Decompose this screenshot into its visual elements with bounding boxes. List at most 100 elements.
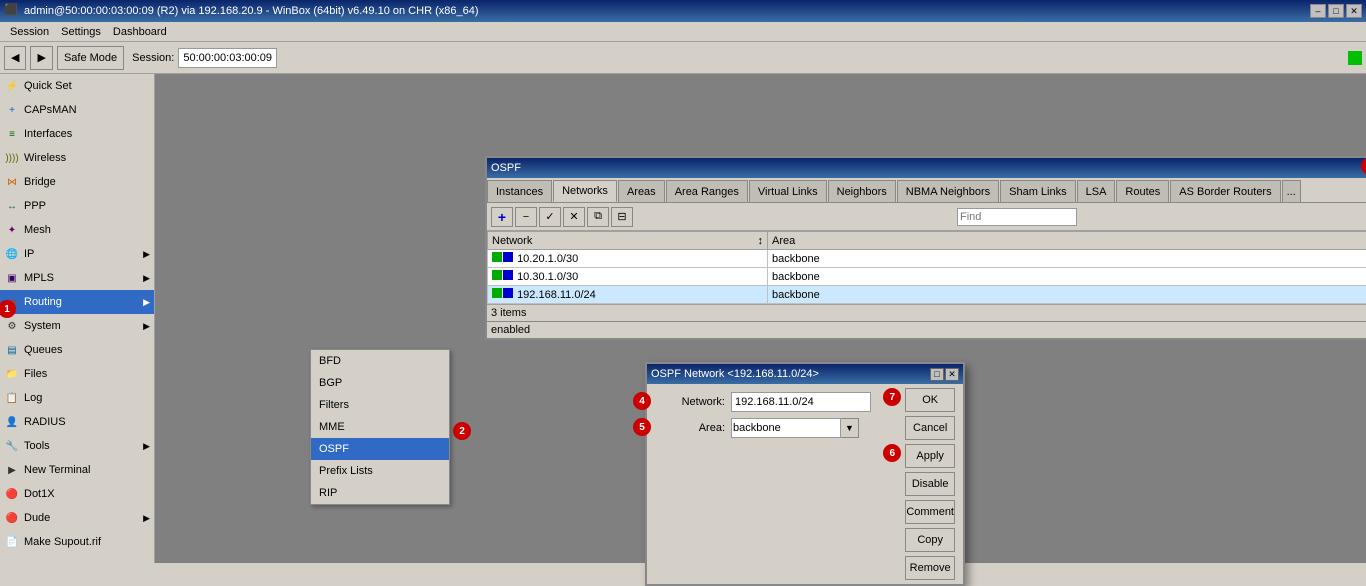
dialog-close-button[interactable]: ✕ (945, 368, 959, 381)
ok-button[interactable]: OK (905, 388, 955, 412)
table-row[interactable]: 10.30.1.0/30 backbone (488, 268, 1366, 286)
cancel-button[interactable]: Cancel (905, 416, 955, 440)
add-button[interactable]: + (491, 207, 513, 227)
ospf-window: 3 OSPF □ ✕ Instances Networks Areas Area… (485, 156, 1366, 340)
dialog-title-bar: OSPF Network <192.168.11.0/24> □ ✕ (647, 364, 963, 384)
content-area: 2 BFD BGP Filters MME OSPF Prefix Lists … (155, 74, 1366, 563)
area-select[interactable] (731, 418, 841, 438)
wireless-icon: )))) (4, 150, 20, 166)
delete-button[interactable]: − (515, 207, 537, 227)
tab-area-ranges[interactable]: Area Ranges (666, 180, 748, 202)
tab-nbma-neighbors[interactable]: NBMA Neighbors (897, 180, 999, 202)
sidebar-item-dude[interactable]: 🔴 Dude ▶ (0, 506, 154, 530)
close-button[interactable]: ✕ (1346, 4, 1362, 18)
sidebar-item-tools[interactable]: 🔧 Tools ▶ (0, 434, 154, 458)
col-network: Network ↕ (488, 232, 768, 250)
comment-button[interactable]: Comment (905, 500, 955, 524)
submenu-ospf[interactable]: OSPF (311, 438, 449, 460)
annotation-4: 4 (633, 392, 651, 410)
tab-virtual-links[interactable]: Virtual Links (749, 180, 827, 202)
tab-more[interactable]: ... (1282, 180, 1301, 202)
tab-neighbors[interactable]: Neighbors (828, 180, 896, 202)
menu-session[interactable]: Session (4, 24, 55, 40)
queues-icon: ▤ (4, 342, 20, 358)
sidebar-label-dot1x: Dot1X (24, 488, 55, 500)
table-row[interactable]: 192.168.11.0/24 backbone (488, 286, 1366, 304)
submenu-bfd[interactable]: BFD (311, 350, 449, 372)
tab-networks[interactable]: Networks (553, 180, 617, 202)
annotation-5: 5 (633, 418, 651, 436)
find-input[interactable] (957, 208, 1077, 226)
radius-icon: 👤 (4, 414, 20, 430)
title-bar: ⬛ admin@50:00:00:03:00:09 (R2) via 192.1… (0, 0, 1366, 22)
menu-settings[interactable]: Settings (55, 24, 107, 40)
tab-sham-links[interactable]: Sham Links (1000, 180, 1075, 202)
dialog-minimize-button[interactable]: □ (930, 368, 944, 381)
tab-as-border-routers[interactable]: AS Border Routers (1170, 180, 1280, 202)
sidebar-item-wireless[interactable]: )))) Wireless (0, 146, 154, 170)
status-icon-green (492, 252, 502, 262)
safe-mode-button[interactable]: Safe Mode (57, 46, 124, 70)
ip-arrow: ▶ (143, 249, 150, 260)
sidebar-item-ppp[interactable]: ↔ PPP (0, 194, 154, 218)
annotation-7: 7 (883, 388, 901, 406)
sidebar-item-new-terminal[interactable]: ▶ New Terminal (0, 458, 154, 482)
status-icon-green (492, 288, 502, 298)
forward-button[interactable]: ▶ (30, 46, 52, 70)
tools-arrow: ▶ (143, 441, 150, 452)
disable-button[interactable]: ✕ (563, 207, 585, 227)
sidebar-item-mesh[interactable]: ✦ Mesh (0, 218, 154, 242)
copy-button[interactable]: Copy (905, 528, 955, 552)
submenu-filters[interactable]: Filters (311, 394, 449, 416)
dialog-form: 4 Network: 5 Area: ▼ (647, 384, 897, 584)
sidebar-item-system[interactable]: ⚙ System ▶ (0, 314, 154, 338)
status-bar: enabled (487, 321, 1366, 338)
submenu-mme[interactable]: MME (311, 416, 449, 438)
maximize-button[interactable]: □ (1328, 4, 1344, 18)
ip-icon: 🌐 (4, 246, 20, 262)
sidebar-label-system: System (24, 320, 61, 332)
ospf-network-dialog: OSPF Network <192.168.11.0/24> □ ✕ 4 Net… (645, 362, 965, 586)
disable-button[interactable]: Disable (905, 472, 955, 496)
sidebar-item-routing[interactable]: ⇌ Routing ▶ (0, 290, 154, 314)
tab-routes[interactable]: Routes (1116, 180, 1169, 202)
menu-dashboard[interactable]: Dashboard (107, 24, 173, 40)
sidebar-label-radius: RADIUS (24, 416, 66, 428)
title-text: admin@50:00:00:03:00:09 (R2) via 192.168… (24, 5, 1310, 17)
apply-button[interactable]: Apply (905, 444, 955, 468)
submenu-rip[interactable]: RIP (311, 482, 449, 504)
sidebar-item-quick-set[interactable]: ⚡ Quick Set (0, 74, 154, 98)
sidebar-item-make-supout[interactable]: 📄 Make Supout.rif (0, 530, 154, 554)
sidebar-item-interfaces[interactable]: ≡ Interfaces (0, 122, 154, 146)
tab-instances[interactable]: Instances (487, 180, 552, 202)
sidebar-label-interfaces: Interfaces (24, 128, 72, 140)
sidebar-item-ip[interactable]: 🌐 IP ▶ (0, 242, 154, 266)
network-input[interactable] (731, 392, 871, 412)
tab-lsa[interactable]: LSA (1077, 180, 1116, 202)
sidebar-item-radius[interactable]: 👤 RADIUS (0, 410, 154, 434)
sidebar-item-queues[interactable]: ▤ Queues (0, 338, 154, 362)
submenu-prefix-lists[interactable]: Prefix Lists (311, 460, 449, 482)
remove-button[interactable]: Remove (905, 556, 955, 580)
back-button[interactable]: ◀ (4, 46, 26, 70)
sidebar-item-dot1x[interactable]: 🔴 Dot1X (0, 482, 154, 506)
sidebar-label-wireless: Wireless (24, 152, 66, 164)
copy-button[interactable]: ⧉ (587, 207, 609, 227)
sidebar-label-routing: Routing (24, 296, 62, 308)
submenu-bgp[interactable]: BGP (311, 372, 449, 394)
filter-button[interactable]: ⊟ (611, 207, 633, 227)
sidebar-item-capsman[interactable]: + CAPsMAN (0, 98, 154, 122)
area-dropdown-button[interactable]: ▼ (841, 418, 859, 438)
routing-arrow: ▶ (143, 297, 150, 308)
sidebar-item-mpls[interactable]: ▣ MPLS ▶ (0, 266, 154, 290)
bridge-icon: ⋈ (4, 174, 20, 190)
sidebar-item-log[interactable]: 📋 Log (0, 386, 154, 410)
capsman-icon: + (4, 102, 20, 118)
table-row[interactable]: 10.20.1.0/30 backbone (488, 250, 1366, 268)
routing-submenu: 2 BFD BGP Filters MME OSPF Prefix Lists … (310, 349, 450, 505)
minimize-button[interactable]: – (1310, 4, 1326, 18)
sidebar-item-files[interactable]: 📁 Files (0, 362, 154, 386)
sidebar-item-bridge[interactable]: ⋈ Bridge (0, 170, 154, 194)
tab-areas[interactable]: Areas (618, 180, 665, 202)
enable-button[interactable]: ✓ (539, 207, 561, 227)
